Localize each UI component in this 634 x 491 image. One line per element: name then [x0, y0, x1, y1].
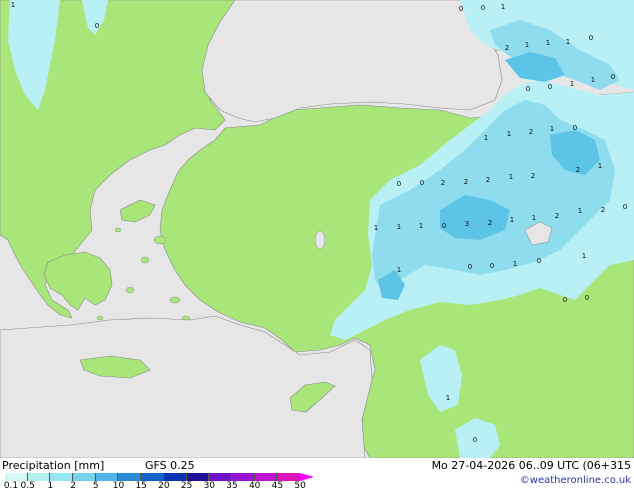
precip-value-label: 3 [465, 220, 469, 228]
valid-datetime: Mo 27-04-2026 06..09 UTC (06+315 [431, 459, 631, 472]
precip-value-label: 0 [585, 294, 589, 302]
legend-swatch [141, 473, 164, 481]
legend-swatch [118, 473, 142, 481]
legend-swatch [163, 473, 187, 481]
color-legend [5, 473, 314, 481]
precip-value-label: 0 [481, 4, 485, 12]
precip-value-label: 0 [95, 22, 99, 30]
legend-swatch [231, 473, 255, 481]
legend-swatch [50, 473, 74, 481]
precip-value-label: 1 [397, 223, 401, 231]
precip-value-label: 0 [589, 34, 593, 42]
precipitation-map[interactable]: 1 0 0 0 1 2 1 1 1 0 0 0 1 1 0 1 1 2 1 0 0 0 2 2 2 1 2 2 1 1 1 1 0 3 2 1 1 2 1 2… [0, 0, 634, 458]
precip-value-label: 1 [446, 394, 450, 402]
lake-tuz [314, 230, 326, 250]
precip-value-label: 0 [468, 263, 472, 271]
precip-value-label: 0 [490, 262, 494, 270]
legend-swatch [95, 473, 119, 481]
precip-value-label: 0 [611, 73, 615, 81]
precip-value-label: 1 [374, 224, 378, 232]
precip-value-label: 1 [598, 162, 602, 170]
precip-value-label: 0 [526, 85, 530, 93]
precip-value-label: 0 [537, 257, 541, 265]
precip-value-label: 1 [484, 134, 488, 142]
precip-value-label: 0 [573, 124, 577, 132]
precip-value-label: 1 [546, 39, 550, 47]
precip-value-label: 2 [505, 44, 509, 52]
precip-value-label: 1 [11, 1, 15, 9]
precip-value-label: 1 [578, 207, 582, 215]
precip-value-label: 1 [591, 76, 595, 84]
precip-value-label: 2 [555, 212, 559, 220]
precip-value-label: 0 [473, 436, 477, 444]
precip-value-label: 1 [397, 266, 401, 274]
legend-swatch [73, 473, 96, 481]
precip-value-label: 2 [488, 219, 492, 227]
legend-swatch [209, 473, 232, 481]
precip-value-label: 0 [548, 83, 552, 91]
precip-value-label: 1 [510, 216, 514, 224]
precip-value-label: 0 [420, 179, 424, 187]
legend-arrow [299, 473, 314, 481]
precip-value-label: 1 [507, 130, 511, 138]
map-footer: Precipitation [mm] GFS 0.25 Mo 27-04-202… [0, 458, 634, 491]
legend-swatch [27, 473, 51, 481]
legend-swatch [5, 473, 28, 481]
legend-swatch [277, 473, 300, 481]
model-name: GFS 0.25 [145, 459, 195, 472]
precip-value-label: 0 [397, 180, 401, 188]
precip-value-label: 1 [550, 125, 554, 133]
precip-value-label: 1 [419, 222, 423, 230]
precip-value-label: 1 [525, 41, 529, 49]
precip-value-label: 2 [601, 206, 605, 214]
precip-value-label: 2 [486, 176, 490, 184]
precip-value-label: 0 [442, 222, 446, 230]
precip-value-label: 2 [464, 178, 468, 186]
precip-value-label: 1 [509, 173, 513, 181]
map-title: Precipitation [mm] [2, 459, 105, 472]
precip-value-label: 1 [501, 3, 505, 11]
precip-value-label: 1 [532, 214, 536, 222]
precip-value-label: 0 [459, 5, 463, 13]
copyright-link[interactable]: ©weatheronline.co.uk [520, 475, 631, 486]
precip-value-label: 0 [623, 203, 627, 211]
precip-value-label: 1 [570, 80, 574, 88]
legend-swatch [186, 473, 210, 481]
precip-value-label: 2 [529, 128, 533, 136]
precip-value-label: 2 [531, 172, 535, 180]
precip-value-label: 2 [441, 179, 445, 187]
legend-swatch [254, 473, 278, 481]
precip-value-label: 1 [582, 252, 586, 260]
precip-value-label: 1 [566, 38, 570, 46]
precip-value-label: 2 [576, 166, 580, 174]
precip-value-label: 1 [513, 260, 517, 268]
precip-value-label: 0 [563, 296, 567, 304]
